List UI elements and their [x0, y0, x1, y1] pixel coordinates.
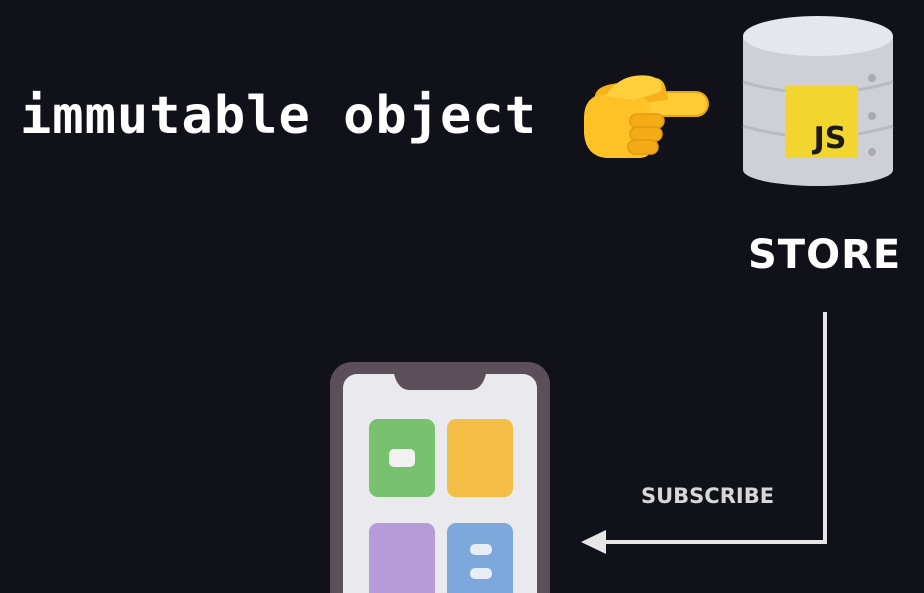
diagram-canvas: immutable object JS STORE SUBSCRIBE [0, 0, 924, 593]
caption-text: immutable object [20, 86, 537, 146]
subscribe-arrowhead [581, 530, 606, 554]
subscribe-label: SUBSCRIBE [641, 484, 775, 508]
store-label: STORE [748, 232, 902, 278]
app-tiles [369, 419, 513, 593]
database-cylinder [742, 16, 894, 186]
app-tile-yellow [447, 419, 513, 497]
app-tile-purple [369, 523, 435, 593]
js-badge [785, 86, 858, 158]
app-tile-green [369, 419, 435, 497]
js-badge-text: JS [812, 121, 847, 156]
phone-body [330, 362, 550, 593]
app-tile-blue [447, 523, 513, 593]
pointing-hand-shape [584, 75, 709, 158]
